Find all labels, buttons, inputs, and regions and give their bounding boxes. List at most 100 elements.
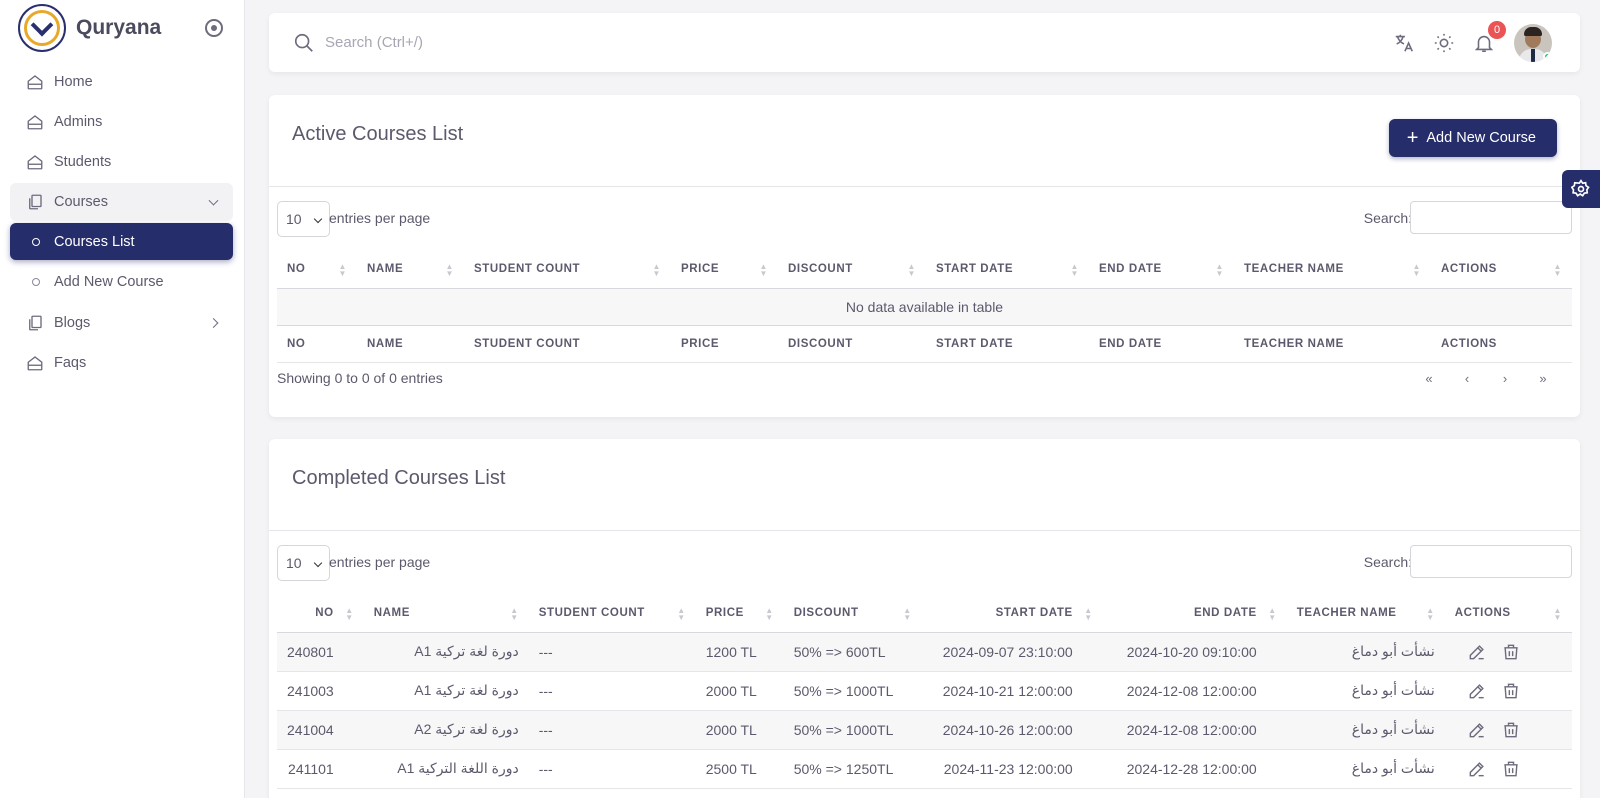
sidebar-item-faqs[interactable]: Faqs [10,344,233,382]
course-no-cell: 241003 [277,671,364,711]
empty-table-message: No data available in table [277,288,1572,326]
page-length-select[interactable]: 10 [277,201,330,237]
start-date-cell: 2024-09-07 23:10:00 [921,632,1103,672]
sidebar-item-courses[interactable]: Courses [10,183,233,221]
actions-cell [1444,710,1572,750]
last-page-button[interactable]: » [1524,371,1562,386]
sidebar-item-home[interactable]: Home [10,63,233,101]
sort-icon: ▲ ▼ [338,262,347,278]
table-search-label: Search: [1363,554,1412,570]
customizer-toggle[interactable] [1562,170,1600,208]
sidebar-item-admins[interactable]: Admins [10,103,233,141]
chevron-right-icon [208,318,219,328]
column-header[interactable]: NAME ▲ ▼ [357,251,464,289]
column-header[interactable]: ACTIONS ▲ ▼ [1444,595,1572,633]
column-header[interactable]: STUDENT COUNT ▲ ▼ [464,251,671,289]
sidebar-subitem-courses-list[interactable]: Courses List [10,223,233,260]
sidebar-item-label: Add New Course [54,273,164,290]
column-header[interactable]: END DATE ▲ ▼ [1102,595,1287,633]
add-new-course-button[interactable]: + Add New Course [1388,119,1557,157]
trash-icon[interactable] [1501,759,1521,779]
sidebar-item-blogs[interactable]: Blogs [10,304,233,342]
trash-icon[interactable] [1501,720,1521,740]
sidebar-item-students[interactable]: Students [10,143,233,181]
prev-page-button[interactable]: ‹ [1448,371,1486,386]
page-length-label: entries per page [329,554,431,570]
table-header-row: NO ▲ ▼ NAME ▲ ▼ STUDENT COUNT ▲ ▼ PRICE ▲ ▼ DISC… [277,251,1572,289]
sort-icon: ▲ ▼ [510,606,519,622]
column-footer: NO [277,325,357,363]
course-name-cell: دورة لغة تركية A1 [363,632,529,672]
edit-icon[interactable] [1467,681,1487,701]
student-count-cell: --- [528,632,696,672]
page-length-label: entries per page [329,210,431,226]
teacher-name-cell: نشأت أبو دماغ [1286,632,1445,672]
sort-icon: ▲ ▼ [1070,262,1079,278]
sort-icon: ▲ ▼ [1553,262,1562,278]
column-header[interactable]: DISCOUNT ▲ ▼ [783,595,922,633]
end-date-cell: 2024-10-20 09:10:00 [1102,632,1287,672]
actions-cell [1444,671,1572,711]
column-footer: PRICE [671,325,778,363]
next-page-button[interactable]: › [1486,371,1524,386]
column-header[interactable]: PRICE ▲ ▼ [695,595,784,633]
circle-icon [32,237,40,246]
column-header[interactable]: TEACHER NAME ▲ ▼ [1234,251,1431,289]
start-date-cell: 2024-11-23 12:00:00 [921,749,1103,789]
sidebar-item-label: Admins [54,114,103,130]
brand[interactable]: Quryana [0,0,244,56]
sidebar-item-label: Courses List [54,233,135,250]
page-length-select[interactable]: 10 [277,545,330,581]
price-cell: 2000 TL [695,671,784,711]
sort-icon: ▲ ▼ [677,606,686,622]
column-footer: STUDENT COUNT [464,325,671,363]
sidebar-toggle-icon[interactable] [205,19,223,37]
search-icon[interactable] [293,32,315,54]
sort-icon: ▲ ▼ [1268,606,1277,622]
column-header[interactable]: END DATE ▲ ▼ [1089,251,1234,289]
price-cell: 2500 TL [695,749,784,789]
column-header[interactable]: STUDENT COUNT ▲ ▼ [528,595,696,633]
topbar: 0 [269,13,1580,72]
table-search-label: Search: [1363,210,1412,226]
chevron-down-icon [208,195,219,206]
global-search-input[interactable] [325,34,925,51]
card-header: Completed Courses List [269,439,1580,531]
start-date-cell: 2024-10-26 12:00:00 [921,710,1103,750]
sidebar-subitem-add-new-course[interactable]: Add New Course [10,263,233,300]
chevron-down-icon [313,558,323,568]
sort-icon: ▲ ▼ [903,606,912,622]
table-search-input[interactable] [1410,201,1572,234]
course-name-cell: دورة لغة تركية A2 [363,710,529,750]
column-header[interactable]: TEACHER NAME ▲ ▼ [1286,595,1445,633]
edit-icon[interactable] [1467,720,1487,740]
bell-icon[interactable]: 0 [1472,20,1506,55]
column-header[interactable]: NO ▲ ▼ [277,595,364,633]
column-header[interactable]: NO ▲ ▼ [277,251,357,289]
active-courses-card: Active Courses List + Add New Course 10 e… [269,95,1580,417]
column-header[interactable]: START DATE ▲ ▼ [921,595,1103,633]
trash-icon[interactable] [1501,642,1521,662]
column-header[interactable]: ACTIONS ▲ ▼ [1431,251,1572,289]
home-icon [26,113,44,131]
empty-row: No data available in table [277,288,1572,326]
column-header[interactable]: START DATE ▲ ▼ [926,251,1089,289]
sort-icon: ▲ ▼ [652,262,661,278]
trash-icon[interactable] [1501,681,1521,701]
column-header[interactable]: DISCOUNT ▲ ▼ [778,251,926,289]
edit-icon[interactable] [1467,759,1487,779]
column-header[interactable]: NAME ▲ ▼ [363,595,529,633]
sun-icon[interactable] [1432,31,1456,55]
discount-cell: 50% => 1000TL [783,671,922,711]
avatar[interactable] [1514,23,1552,62]
edit-icon[interactable] [1467,642,1487,662]
add-button-label: Add New Course [1426,130,1536,146]
sidebar-menu: Home Admins Students Courses Courses Lis… [10,63,233,384]
column-header[interactable]: PRICE ▲ ▼ [671,251,778,289]
sort-icon: ▲ ▼ [345,606,354,622]
first-page-button[interactable]: « [1410,371,1448,386]
table-search-input[interactable] [1410,545,1572,578]
completed-courses-table: NO ▲ ▼ NAME ▲ ▼ STUDENT COUNT ▲ ▼ PRICE ▲ ▼ DISC… [277,595,1572,789]
translate-icon[interactable] [1392,31,1416,55]
sidebar-item-label: Students [54,154,112,170]
